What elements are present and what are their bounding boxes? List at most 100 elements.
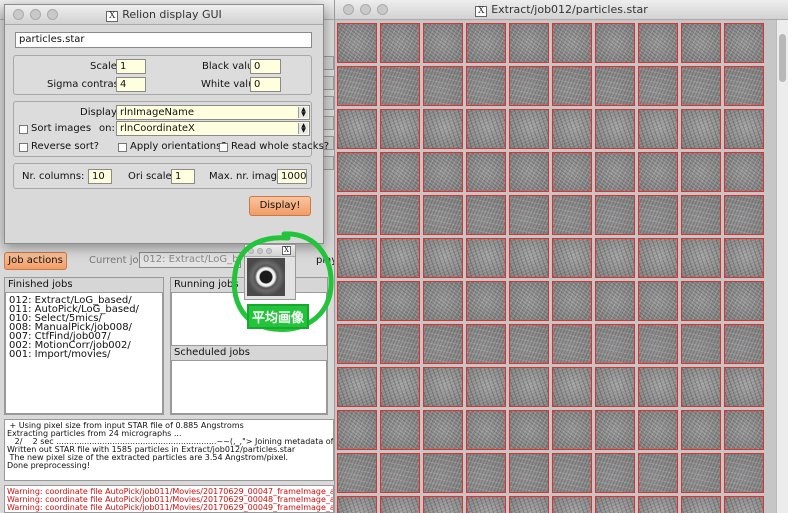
particle-image[interactable] <box>638 324 678 364</box>
particle-image[interactable] <box>423 66 463 106</box>
particle-image[interactable] <box>681 66 721 106</box>
particle-image[interactable] <box>638 109 678 149</box>
reverse-sort-checkbox[interactable] <box>19 143 28 152</box>
particle-image[interactable] <box>380 281 420 321</box>
particle-image[interactable] <box>337 238 377 278</box>
particle-image[interactable] <box>509 152 549 192</box>
particle-image[interactable] <box>595 281 635 321</box>
particle-image[interactable] <box>337 23 377 63</box>
particle-image[interactable] <box>595 324 635 364</box>
scale-input[interactable]: 1 <box>116 59 146 74</box>
particle-image[interactable] <box>509 66 549 106</box>
particle-image[interactable] <box>337 66 377 106</box>
list-item[interactable]: 001: Import/movies/ <box>9 349 110 360</box>
ori-scale-input[interactable]: 1 <box>171 169 195 184</box>
particle-image[interactable] <box>552 195 592 235</box>
star-file-field[interactable]: particles.star <box>15 32 312 48</box>
particle-image[interactable] <box>466 281 506 321</box>
particle-image[interactable] <box>466 324 506 364</box>
particle-image[interactable] <box>724 367 764 407</box>
particle-image[interactable] <box>423 367 463 407</box>
close-window-button[interactable] <box>343 4 354 15</box>
particle-image[interactable] <box>337 324 377 364</box>
particle-image[interactable] <box>638 238 678 278</box>
particle-image[interactable] <box>595 238 635 278</box>
particle-image[interactable] <box>423 453 463 493</box>
particle-image[interactable] <box>552 367 592 407</box>
particle-image[interactable] <box>337 281 377 321</box>
minimize-window-button[interactable] <box>360 4 371 15</box>
particle-image[interactable] <box>423 109 463 149</box>
particle-image[interactable] <box>337 410 377 450</box>
particle-image[interactable] <box>638 496 678 513</box>
particle-image[interactable] <box>380 195 420 235</box>
particle-image[interactable] <box>509 410 549 450</box>
particle-image[interactable] <box>509 281 549 321</box>
particle-image[interactable] <box>466 66 506 106</box>
particle-image[interactable] <box>337 109 377 149</box>
particle-image[interactable] <box>595 496 635 513</box>
particle-image[interactable] <box>552 496 592 513</box>
particle-image[interactable] <box>423 281 463 321</box>
particle-image[interactable] <box>466 109 506 149</box>
particle-image[interactable] <box>552 453 592 493</box>
particle-image[interactable] <box>724 496 764 513</box>
particle-image[interactable] <box>681 496 721 513</box>
particle-image[interactable] <box>724 23 764 63</box>
particle-image[interactable] <box>595 195 635 235</box>
particle-image[interactable] <box>552 152 592 192</box>
particle-image[interactable] <box>724 109 764 149</box>
particle-image[interactable] <box>423 23 463 63</box>
finished-jobs-list[interactable]: 012: Extract/LoG_based/ 011: AutoPick/Lo… <box>5 292 163 414</box>
close-window-button[interactable] <box>13 9 24 20</box>
particle-image[interactable] <box>638 367 678 407</box>
particle-image[interactable] <box>724 66 764 106</box>
particle-image[interactable] <box>466 410 506 450</box>
particle-image[interactable] <box>552 281 592 321</box>
max-images-input[interactable]: 1000 <box>277 169 307 184</box>
particle-image[interactable] <box>380 238 420 278</box>
vertical-scrollbar[interactable] <box>776 20 788 513</box>
particle-image[interactable] <box>638 281 678 321</box>
particle-image[interactable] <box>466 367 506 407</box>
particle-image[interactable] <box>681 195 721 235</box>
scrollbar-thumb[interactable] <box>779 34 786 82</box>
particle-image[interactable] <box>509 109 549 149</box>
particle-image[interactable] <box>380 109 420 149</box>
particle-image[interactable] <box>380 66 420 106</box>
particle-image[interactable] <box>552 324 592 364</box>
particle-image[interactable] <box>595 410 635 450</box>
particle-image[interactable] <box>552 238 592 278</box>
particle-image[interactable] <box>380 496 420 513</box>
particle-image[interactable] <box>681 152 721 192</box>
particle-image[interactable] <box>638 23 678 63</box>
particle-image[interactable] <box>466 23 506 63</box>
particle-image[interactable] <box>724 152 764 192</box>
particle-image[interactable] <box>552 410 592 450</box>
particle-image[interactable] <box>380 410 420 450</box>
stdout-log[interactable]: + Using pixel size from input STAR file … <box>4 419 334 481</box>
particle-image[interactable] <box>724 195 764 235</box>
sort-on-dropdown[interactable]: rlnCoordinateX ▲ ▼ <box>116 121 310 136</box>
particle-image[interactable] <box>337 152 377 192</box>
particle-image[interactable] <box>509 23 549 63</box>
particle-image[interactable] <box>552 66 592 106</box>
particle-image[interactable] <box>380 324 420 364</box>
particle-image[interactable] <box>681 109 721 149</box>
particle-grid[interactable] <box>335 20 775 513</box>
particle-image[interactable] <box>638 66 678 106</box>
particle-image[interactable] <box>509 324 549 364</box>
black-value-input[interactable]: 0 <box>250 59 281 74</box>
zoom-window-button[interactable] <box>47 9 58 20</box>
particle-image[interactable] <box>638 152 678 192</box>
particle-image[interactable] <box>466 195 506 235</box>
sort-images-checkbox[interactable] <box>19 125 28 134</box>
particle-image[interactable] <box>595 66 635 106</box>
particle-image[interactable] <box>552 23 592 63</box>
particle-image[interactable] <box>509 453 549 493</box>
particle-image[interactable] <box>724 453 764 493</box>
sigma-contrast-input[interactable]: 4 <box>116 77 146 92</box>
particle-image[interactable] <box>638 453 678 493</box>
zoom-window-button[interactable] <box>377 4 388 15</box>
particle-image[interactable] <box>380 152 420 192</box>
